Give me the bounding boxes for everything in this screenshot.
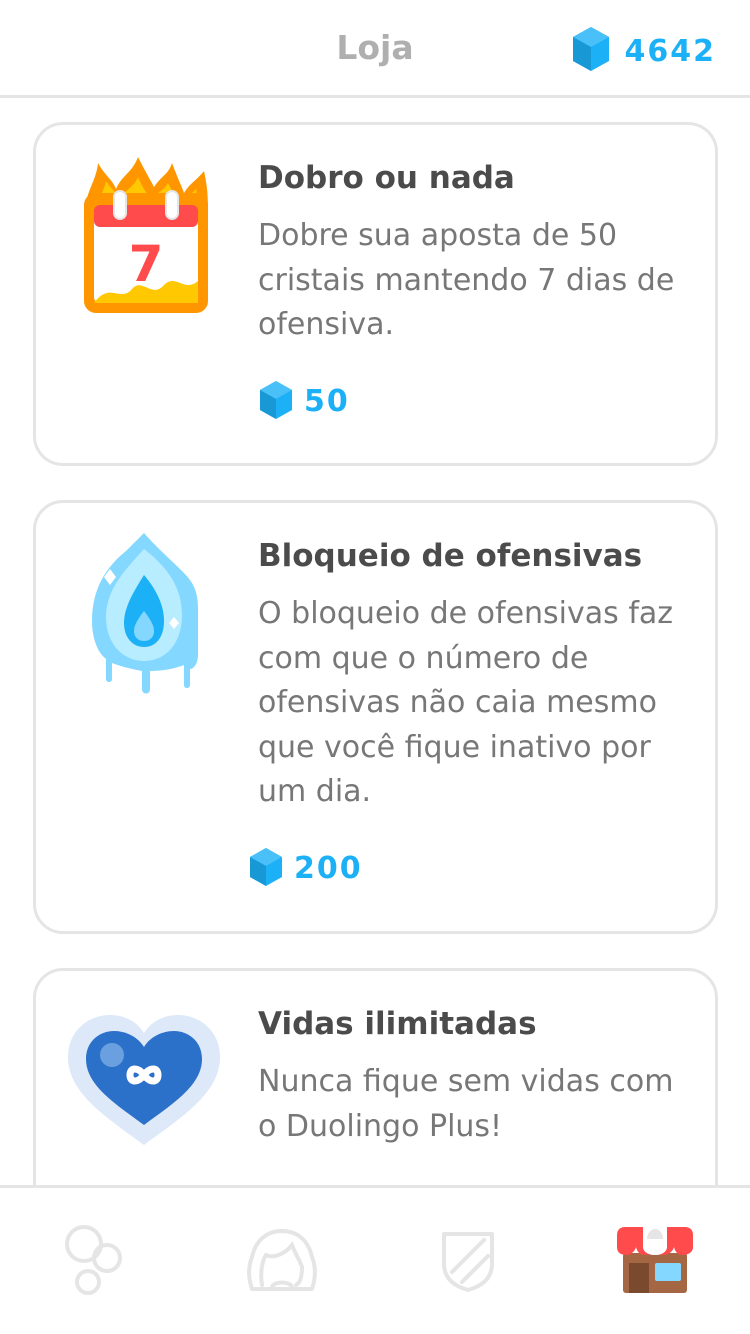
item-price-amount: 200 [294, 851, 363, 886]
leaderboard-shield-icon [438, 1228, 498, 1296]
frozen-flame-icon [86, 529, 202, 699]
gem-icon [571, 26, 611, 76]
tab-learn[interactable] [48, 1222, 138, 1302]
item-text: Dobro ou nada Dobre sua aposta de 50 cri… [258, 158, 685, 424]
tab-profile[interactable] [237, 1222, 327, 1302]
gem-balance[interactable]: 4642 [571, 26, 717, 76]
item-name: Bloqueio de ofensivas [258, 538, 643, 574]
gem-icon [248, 847, 284, 891]
flaming-calendar-icon: 7 [80, 153, 212, 323]
shop-item-unlimited-hearts[interactable]: Vidas ilimitadas Nunca fique sem vidas c… [33, 968, 718, 1185]
item-name: Dobro ou nada [258, 160, 515, 196]
item-text: Bloqueio de ofensivas O bloqueio de ofen… [250, 536, 685, 891]
profile-icon [244, 1227, 320, 1297]
infinity-heart-icon [66, 1013, 222, 1151]
learn-bubbles-icon [62, 1224, 124, 1300]
item-name: Vidas ilimitadas [258, 1006, 537, 1042]
shop-item-streak-freeze[interactable]: Bloqueio de ofensivas O bloqueio de ofen… [33, 500, 718, 934]
calendar-day-number: 7 [129, 235, 164, 293]
bottom-tab-bar [0, 1185, 750, 1334]
shop-item-double-or-nothing[interactable]: 7 Dobro ou nada Dobre sua aposta de 50 c… [33, 122, 718, 466]
gem-count: 4642 [624, 33, 716, 69]
item-price[interactable]: 50 [258, 380, 685, 424]
item-description: Nunca fique sem vidas com o Duolingo Plu… [258, 1064, 674, 1144]
gem-icon [258, 380, 294, 424]
shop-icon [615, 1225, 695, 1299]
item-price[interactable]: 200 [248, 847, 685, 891]
tab-leaderboard[interactable] [423, 1222, 513, 1302]
item-price-amount: 50 [304, 384, 350, 419]
item-description: O bloqueio de ofensivas faz com que o nú… [258, 596, 674, 809]
top-bar: Loja 4642 [0, 0, 750, 98]
item-description: Dobre sua aposta de 50 cristais mantendo… [258, 218, 675, 342]
item-text: Vidas ilimitadas Nunca fique sem vidas c… [258, 1004, 685, 1149]
shop-list: 7 Dobro ou nada Dobre sua aposta de 50 c… [0, 101, 750, 1185]
tab-shop[interactable] [610, 1222, 700, 1302]
